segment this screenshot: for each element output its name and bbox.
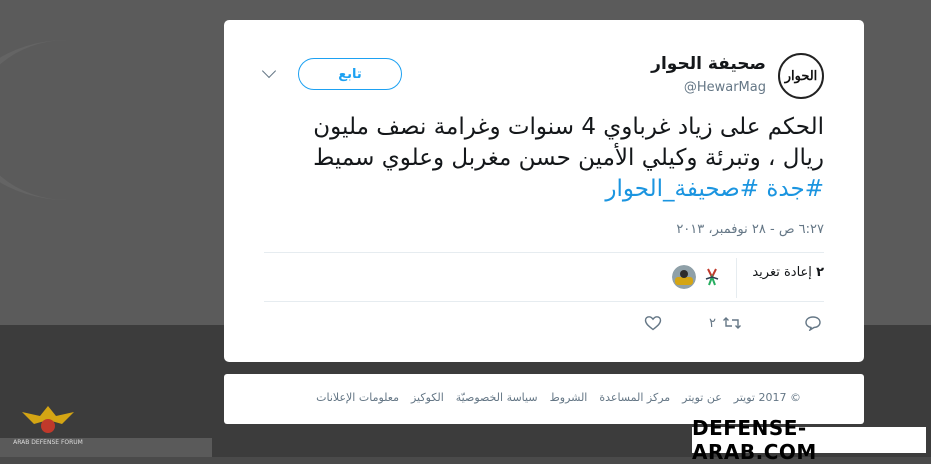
avatar[interactable]: الحوار bbox=[778, 53, 824, 99]
divider bbox=[264, 252, 824, 253]
author-name[interactable]: صحيفة الحوار bbox=[651, 54, 766, 74]
forum-logo: ARAB DEFENSE FORUM bbox=[13, 406, 83, 446]
like-button[interactable] bbox=[644, 315, 662, 331]
divider bbox=[736, 258, 737, 298]
heart-icon bbox=[644, 316, 662, 331]
author-handle[interactable]: @HewarMag bbox=[684, 80, 766, 95]
hashtag-link[interactable]: #صحيفة_الحوار bbox=[605, 176, 759, 202]
footer-link-ads-info[interactable]: معلومات الإعلانات bbox=[316, 391, 399, 404]
avatar-label: الحوار bbox=[784, 68, 818, 84]
follow-button[interactable]: تابع bbox=[298, 58, 402, 90]
divider bbox=[264, 301, 824, 302]
footer-link-privacy[interactable]: سياسة الخصوصيّة bbox=[456, 391, 538, 404]
footer-copyright: © 2017 تويتر bbox=[733, 391, 801, 404]
tweet-body: الحكم على زياد غرباوي 4 سنوات وغرامة نصف… bbox=[313, 114, 824, 171]
retweeter-avatar[interactable] bbox=[700, 265, 724, 289]
retweeter-avatar[interactable] bbox=[672, 265, 696, 289]
retweet-stat[interactable]: ٢ إعادة تغريد bbox=[752, 265, 824, 280]
footer-link-terms[interactable]: الشروط bbox=[550, 391, 588, 404]
reply-button[interactable] bbox=[804, 315, 822, 331]
footer-link-cookies[interactable]: الكوكيز bbox=[411, 391, 444, 404]
hashtag-link[interactable]: #جدة bbox=[766, 176, 824, 202]
footer-link-help[interactable]: مركز المساعدة bbox=[599, 391, 670, 404]
tweet-timestamp[interactable]: ٦:٢٧ ص - ٢٨ نوفمبر، ٢٠١٣ bbox=[676, 222, 824, 237]
retweet-stat-count: ٢ bbox=[816, 265, 824, 280]
retweet-button[interactable]: ٢ bbox=[709, 315, 742, 331]
footer-links: © 2017 تويتر عن تويتر مركز المساعدة الشر… bbox=[316, 391, 801, 404]
tweet-card: الحوار صحيفة الحوار @HewarMag تابع الحكم… bbox=[224, 20, 864, 362]
reply-icon bbox=[805, 316, 821, 331]
site-watermark: DEFENSE-ARAB.COM bbox=[692, 416, 926, 464]
chevron-down-icon[interactable] bbox=[261, 63, 277, 79]
retweet-icon bbox=[723, 317, 741, 329]
retweet-count: ٢ bbox=[709, 315, 716, 331]
retweet-stat-label: إعادة تغريد bbox=[752, 265, 812, 280]
logo-label: ARAB DEFENSE FORUM bbox=[13, 439, 83, 446]
tweet-text: الحكم على زياد غرباوي 4 سنوات وغرامة نصف… bbox=[284, 112, 824, 205]
footer-link-about[interactable]: عن تويتر bbox=[682, 391, 722, 404]
